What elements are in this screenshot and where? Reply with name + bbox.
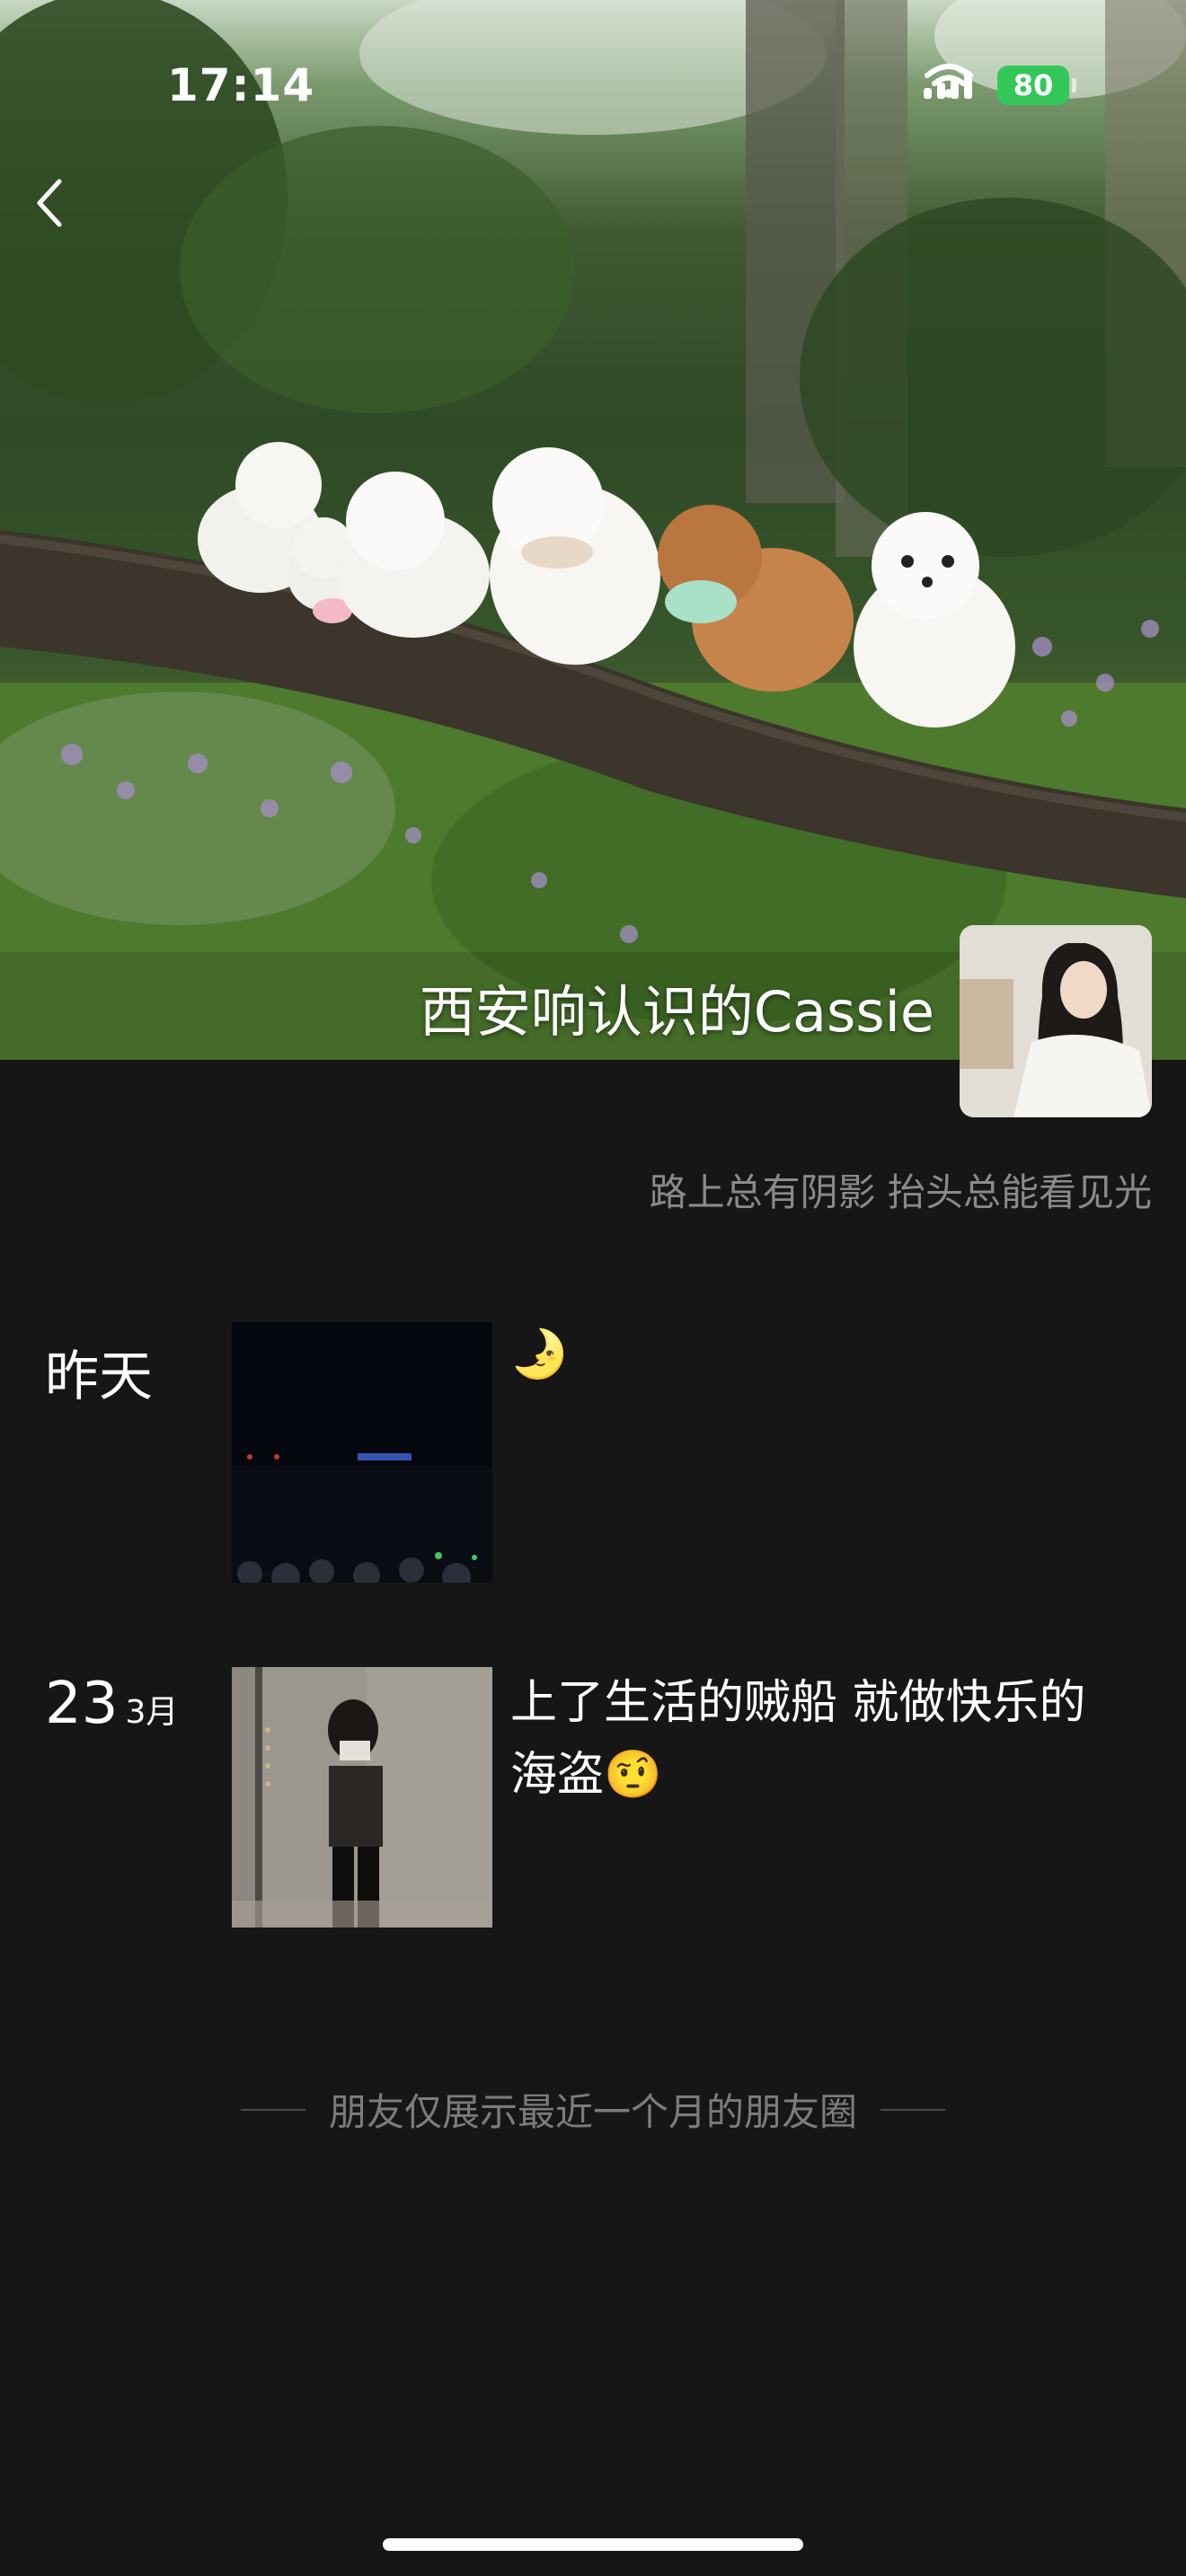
footer-note: 朋友仅展示最近一个月的朋友圈 (0, 2082, 1186, 2137)
battery-level: 80 (1013, 68, 1054, 102)
back-button[interactable] (32, 176, 86, 239)
cover-photo[interactable]: 17:14 80 西安响认识的Cassie (0, 0, 1186, 1060)
wifi-icon (925, 64, 973, 98)
post-date: 昨天 (45, 1345, 153, 1408)
battery-icon: 80 (997, 66, 1076, 105)
chevron-left-icon (37, 179, 62, 227)
status-time: 17:14 (167, 59, 315, 111)
post-photo[interactable] (232, 1322, 492, 1583)
moment-post: 昨天 🌛 (0, 1320, 1186, 1590)
profile-name: 西安响认识的Cassie (419, 979, 934, 1045)
post-photo[interactable] (232, 1667, 492, 1928)
divider-right (881, 2108, 945, 2111)
profile-signature: 路上总有阴影 抬头总能看见光 (649, 1170, 1152, 1214)
post-text: 上了生活的贼船 就做快乐的海盗🤨 (510, 1676, 1086, 1802)
status-icons: 80 (924, 63, 1076, 108)
cover-illustration (0, 0, 1186, 1060)
post-date-day: 23 (45, 1671, 119, 1737)
avatar[interactable] (960, 925, 1152, 1117)
footer-text: 朋友仅展示最近一个月的朋友圈 (328, 2090, 857, 2134)
post-date: 23 3月 (45, 1671, 178, 1737)
divider-left (240, 2108, 305, 2111)
post-text: 🌛 (510, 1328, 569, 1381)
moment-post: 23 3月 上了生活的贼船 就做快乐的海盗🤨 (0, 1667, 1186, 1936)
home-indicator[interactable] (383, 2538, 803, 2551)
post-date-month: 3月 (125, 1694, 179, 1731)
